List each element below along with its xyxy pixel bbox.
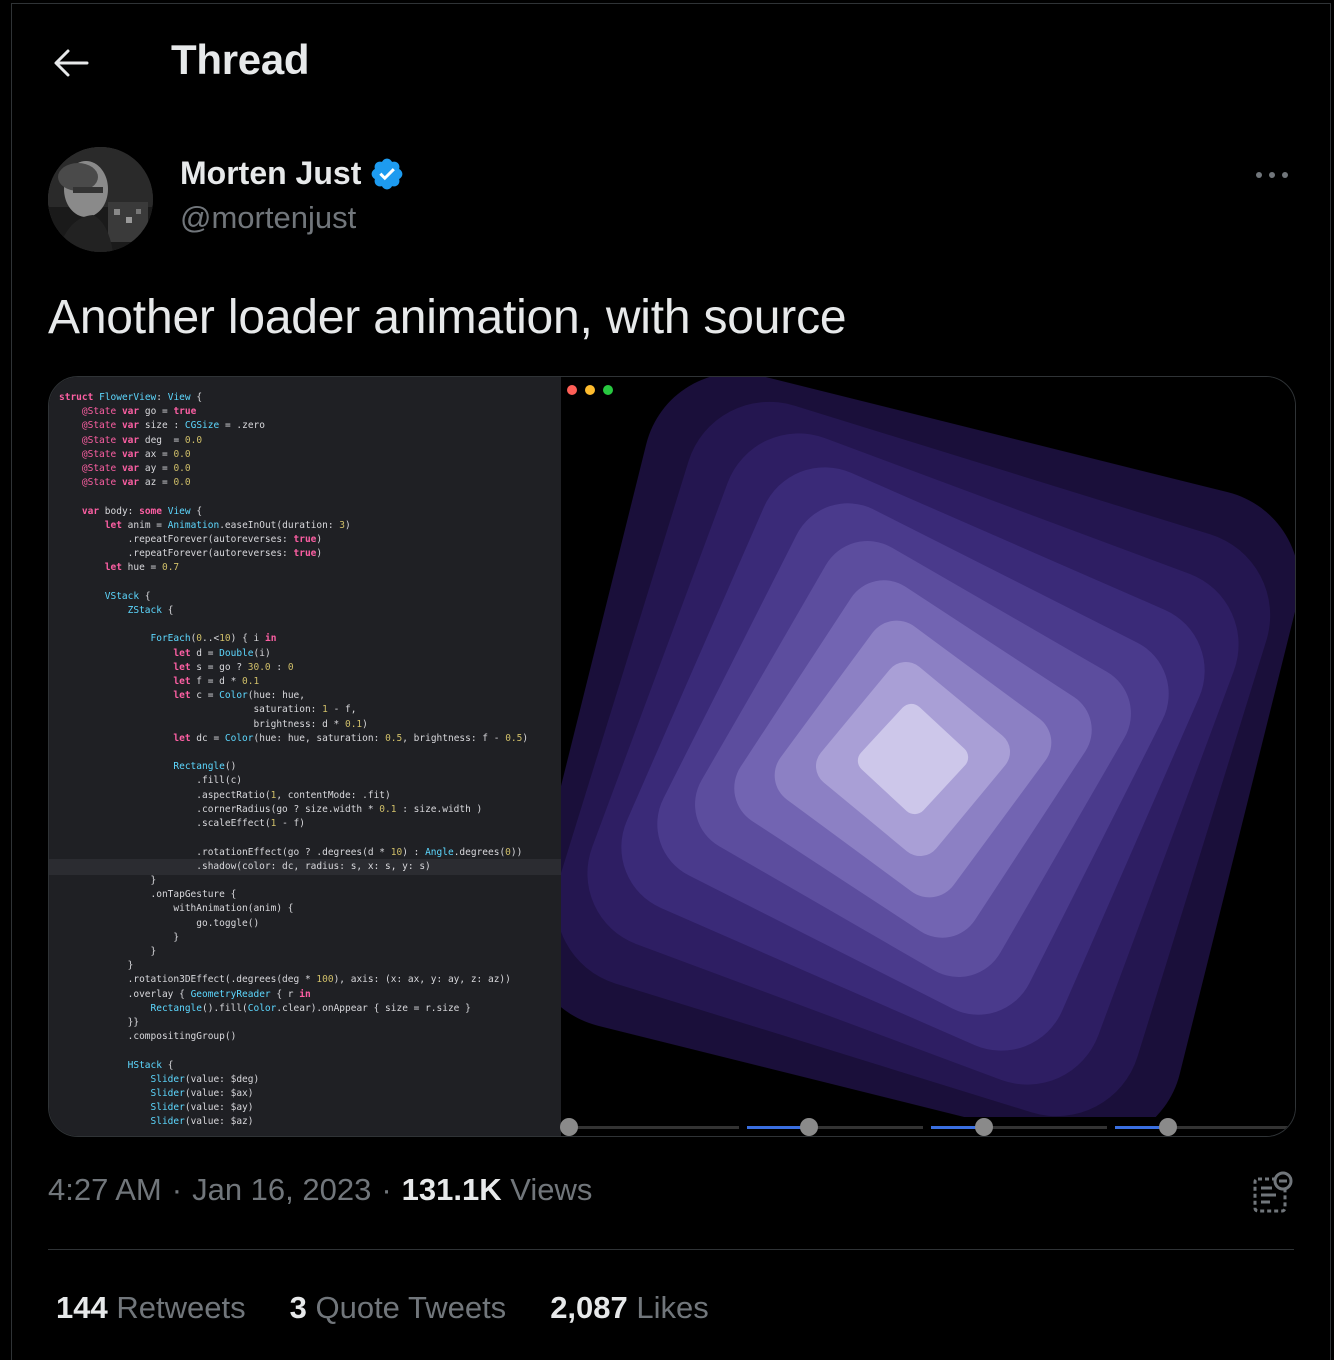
code-line: @State var ax = 0.0: [81, 448, 191, 460]
code-line: let f = d * 0.1: [173, 676, 260, 688]
views-count: 131.1K: [401, 1172, 502, 1207]
thread-header: Thread: [0, 0, 1334, 120]
slider-knob[interactable]: [1158, 1118, 1177, 1136]
code-line: Slider(value: $ay): [150, 1102, 254, 1114]
code-line: saturation: 1 - f,: [59, 704, 357, 716]
tweet-media[interactable]: struct FlowerView: View { @State var go …: [48, 376, 1296, 1137]
code-line: let c = Color(hue: hue,: [173, 690, 305, 702]
code-line: }: [127, 960, 134, 972]
code-line: .cornerRadius(go ? size.width * 0.1 : si…: [59, 803, 483, 815]
code-line: @State var go = true: [81, 406, 197, 418]
page-title: Thread: [171, 36, 310, 83]
code-line: Slider(value: $deg): [150, 1073, 260, 1085]
code-line: @State var size : CGSize = .zero: [81, 420, 265, 432]
divider: [48, 1249, 1294, 1250]
loader-squares: [561, 377, 1295, 1117]
quote-tweets-label: Quote Tweets: [315, 1290, 507, 1325]
code-line: let dc = Color(hue: hue, saturation: 0.5…: [173, 732, 529, 744]
author-name-row: Morten Just: [180, 155, 405, 192]
source-code: struct FlowerView: View { @State var go …: [59, 391, 528, 1130]
avatar-portrait: [48, 147, 153, 252]
more-options-button[interactable]: [1244, 155, 1300, 195]
analytics-button[interactable]: [1250, 1170, 1296, 1216]
back-button[interactable]: [44, 36, 98, 90]
slider-knob[interactable]: [799, 1118, 818, 1136]
code-line: HStack {: [127, 1059, 174, 1071]
code-line: .aspectRatio(1, contentMode: .fit): [59, 789, 391, 801]
code-line: .overlay { GeometryReader { r in: [59, 988, 311, 1000]
likes-count: 2,087: [550, 1290, 628, 1325]
code-line: @State var ay = 0.0: [81, 463, 191, 475]
animation-preview: [560, 377, 1295, 1136]
code-line: .shadow(color: dc, radius: s, x: s, y: s…: [196, 860, 431, 872]
code-screenshot: struct FlowerView: View { @State var go …: [49, 377, 561, 1136]
code-line: go.toggle(): [196, 917, 260, 929]
retweets-label: Retweets: [116, 1290, 246, 1325]
code-line: Slider(value: $az): [150, 1116, 254, 1128]
slider-knob[interactable]: [560, 1118, 578, 1136]
code-line: let anim = Animation.easeInOut(duration:…: [104, 519, 351, 531]
tweet-meta: 4:27 AM · Jan 16, 2023 · 131.1K Views: [48, 1172, 592, 1208]
code-line: Rectangle(): [173, 761, 237, 773]
code-line: }: [173, 931, 180, 943]
code-line: ForEach(0..<10) { i in: [150, 633, 277, 645]
code-line: Slider(value: $ax): [150, 1087, 254, 1099]
code-line: .rotation3DEffect(.degrees(deg * 100), a…: [59, 974, 511, 986]
code-line: .rotationEffect(go ? .degrees(d * 10) : …: [59, 846, 523, 858]
slider-knob[interactable]: [974, 1118, 993, 1136]
code-line: }}: [127, 1016, 140, 1028]
tweet-text: Another loader animation, with source: [48, 291, 847, 344]
tweet-date[interactable]: Jan 16, 2023: [192, 1172, 371, 1208]
code-line: VStack {: [104, 590, 151, 602]
quote-tweets-stat[interactable]: 3 Quote Tweets: [290, 1290, 507, 1326]
code-line: @State var deg = 0.0: [81, 434, 203, 446]
views-label: Views: [510, 1172, 593, 1207]
verified-badge-icon: [371, 158, 403, 189]
arrow-left-icon: [54, 49, 89, 77]
quote-tweets-count: 3: [289, 1290, 307, 1325]
code-line: .fill(c): [196, 775, 243, 787]
code-line: Rectangle().fill(Color.clear).onAppear {…: [150, 1002, 471, 1014]
author-handle[interactable]: @mortenjust: [180, 200, 356, 236]
code-line: struct FlowerView: View {: [59, 392, 203, 403]
author-display-name[interactable]: Morten Just: [180, 155, 361, 192]
code-line: brightness: d * 0.1): [59, 718, 368, 730]
engagement-stats: 144 Retweets 3 Quote Tweets 2,087 Likes: [56, 1290, 753, 1326]
meta-separator: ·: [171, 1172, 183, 1207]
code-line: @State var az = 0.0: [81, 477, 191, 489]
code-line: let s = go ? 30.0 : 0: [173, 661, 294, 673]
retweets-stat[interactable]: 144 Retweets: [56, 1290, 246, 1326]
code-line: }: [150, 874, 157, 886]
more-dots-icon: [1256, 172, 1288, 178]
code-line: .onTapGesture {: [150, 889, 237, 901]
code-line: .scaleEffect(1 - f): [59, 818, 305, 830]
code-line: let hue = 0.7: [104, 562, 180, 574]
code-line: .compositingGroup(): [127, 1031, 237, 1043]
avatar[interactable]: [48, 147, 153, 252]
meta-separator: ·: [381, 1172, 392, 1207]
slider-track[interactable]: [565, 1126, 739, 1129]
likes-stat[interactable]: 2,087 Likes: [550, 1290, 709, 1326]
code-line: ZStack {: [127, 605, 174, 617]
tweet-time[interactable]: 4:27 AM: [48, 1172, 162, 1208]
retweets-count: 144: [56, 1290, 108, 1325]
likes-label: Likes: [636, 1290, 709, 1325]
code-line: .repeatForever(autoreverses: true): [59, 548, 323, 560]
code-line: var body: some View {: [81, 505, 203, 517]
code-line: let d = Double(i): [173, 647, 271, 659]
code-line: withAnimation(anim) {: [173, 903, 294, 915]
code-line: }: [150, 945, 157, 957]
code-line: .repeatForever(autoreverses: true): [59, 534, 323, 546]
analytics-icon: [1253, 1171, 1293, 1213]
